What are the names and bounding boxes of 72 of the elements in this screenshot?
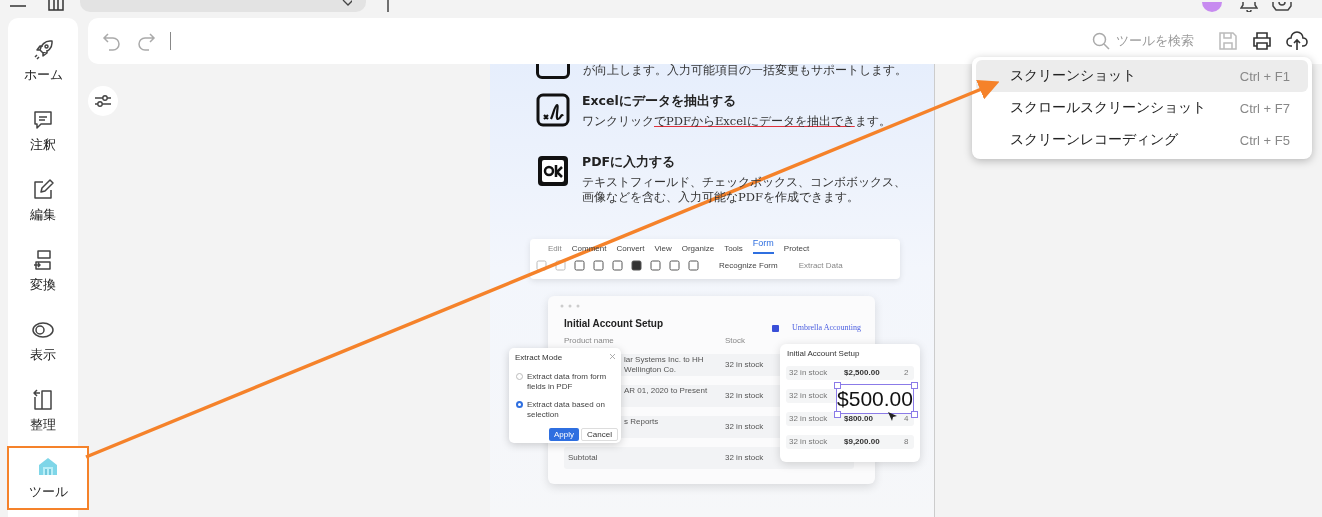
mockup-title: Initial Account Setup <box>564 318 664 330</box>
sliders-icon <box>94 93 112 109</box>
sidebar-item[interactable]: 整理 <box>8 376 78 446</box>
cursor-icon <box>888 412 897 422</box>
table-cell: 32 in stock <box>789 437 828 448</box>
undo-icon <box>102 31 122 51</box>
option-label: Extract data from form fields in PDF <box>527 372 608 393</box>
filter-button[interactable] <box>88 86 118 116</box>
sidebar-item[interactable]: 注釈 <box>8 96 78 166</box>
ok-icon <box>536 154 570 189</box>
table-cell: 32 in stock <box>725 360 764 371</box>
cloud-upload-icon <box>1286 31 1308 51</box>
sidebar-item[interactable]: ホーム <box>8 26 78 96</box>
menu-item[interactable]: スクリーンレコーディング Ctrl + F5 <box>976 124 1308 156</box>
table-cell-text: AR 01, 2020 to Present <box>624 386 709 397</box>
table-cell: 4 <box>904 414 909 425</box>
menu-item[interactable]: スクリーンショット Ctrl + F1 <box>976 60 1308 92</box>
mockup-action-label: Extract Data <box>798 261 843 271</box>
table-cell: $9,200.00 <box>844 437 880 448</box>
sidebar-item[interactable]: ツール <box>7 446 89 510</box>
table-cell: 2 <box>904 368 909 379</box>
mockup-tab-label: Form <box>752 238 774 255</box>
mockup-tab-label: View <box>654 244 672 255</box>
table-cell: 32 in stock <box>789 368 828 379</box>
table-cell: 32 in stock <box>725 391 764 402</box>
sidebar-item[interactable]: 編集 <box>8 166 78 236</box>
menu-item[interactable]: スクロールスクリーンショット Ctrl + F7 <box>976 92 1308 124</box>
table-cell: 32 in stock <box>725 453 764 464</box>
save-icon <box>1218 31 1238 51</box>
sidebar-item[interactable]: 表示 <box>8 306 78 376</box>
table-cell: 32 in stock <box>789 391 828 402</box>
mockup-tab-label: Organize <box>681 244 715 255</box>
logo-icon <box>772 325 779 333</box>
cancel-button[interactable]: Cancel <box>581 428 618 442</box>
table-cell: 8 <box>904 437 909 448</box>
mockup-action-label: Recognize Form <box>719 261 778 271</box>
panel-title: Initial Account Setup <box>787 349 860 359</box>
grid-icon[interactable] <box>48 0 64 12</box>
plus-icon[interactable] <box>386 0 390 12</box>
organize-icon <box>31 388 55 412</box>
table-cell: 32 in stock <box>725 422 764 433</box>
table-cell-text: lar Systems Inc. to HH Wellington Co. <box>624 355 705 376</box>
table-cell: Subtotal <box>568 453 598 464</box>
mockup-tab-label: Tools <box>724 244 743 255</box>
print-button[interactable] <box>1252 31 1272 51</box>
dialog-title: Extract Mode <box>515 353 563 363</box>
table-cell: 32 in stock <box>789 414 828 425</box>
mockup-tab-label: Convert <box>616 244 645 255</box>
apply-button[interactable]: Apply <box>549 428 579 442</box>
feature-title: Excelにデータを抽出する <box>582 93 737 110</box>
search-icon <box>1092 32 1110 50</box>
signature-icon <box>536 93 570 127</box>
sidebar-item[interactable]: 変換 <box>8 236 78 306</box>
column-header: Stock <box>725 336 745 346</box>
feature-description: ワンクリックでPDFからExcelにデータを抽出でき ます。 <box>582 114 892 129</box>
edit-icon <box>31 178 55 202</box>
mockup-tab-label: Edit <box>548 244 562 255</box>
mockup-tab-label: Protect <box>783 244 810 255</box>
table-cell-text: s Reports <box>624 417 660 428</box>
column-header: Product name <box>564 336 614 346</box>
brand-label: Umbrella Accounting <box>791 323 861 333</box>
redo-icon <box>136 31 156 51</box>
feature-description: が向上します。入力可能項目の一括変更もサポートします。 <box>583 64 907 79</box>
upload-button[interactable] <box>1286 31 1308 51</box>
selected-value: $500.00 <box>836 384 914 415</box>
option-label: Extract data based on selection <box>527 400 606 421</box>
table-cell: $800.00 <box>844 414 873 425</box>
feature-title: PDFに入力する <box>582 154 677 172</box>
print-icon <box>1252 31 1272 51</box>
table-cell: $2,500.00 <box>844 368 880 379</box>
resize-handle <box>834 411 841 419</box>
comment-icon <box>31 108 55 132</box>
